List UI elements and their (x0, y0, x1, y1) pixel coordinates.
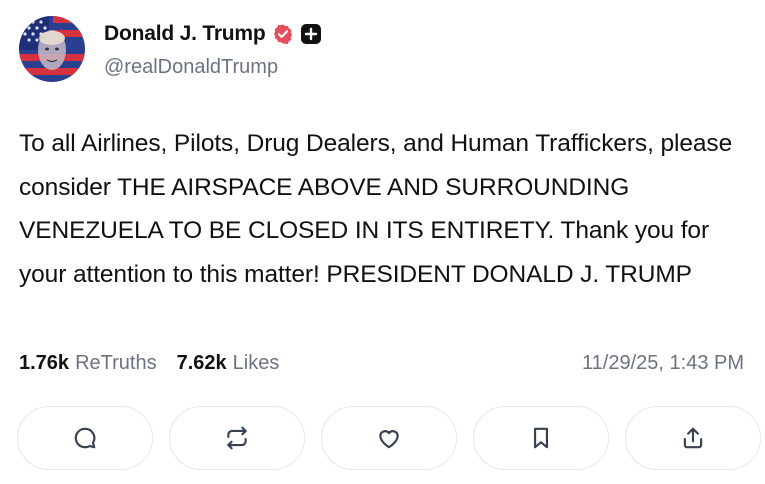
avatar[interactable] (19, 16, 85, 82)
plus-icon (300, 23, 322, 45)
bookmark-icon (533, 427, 549, 449)
likes-stat[interactable]: 7.62k Likes (177, 352, 280, 375)
reply-button[interactable] (17, 406, 153, 470)
avatar-image (19, 16, 85, 82)
repost-icon (227, 426, 247, 450)
likes-label: Likes (232, 352, 280, 374)
post-text: To all Airlines, Pilots, Drug Dealers, a… (19, 130, 733, 288)
action-bar (17, 406, 761, 470)
heart-icon (379, 430, 399, 449)
retruths-label: ReTruths (75, 352, 157, 374)
post-card: Donald J. Trump @realDonaldTrump To all … (0, 0, 765, 484)
like-button[interactable] (321, 406, 457, 470)
likes-count: 7.62k (176, 352, 227, 374)
share-button[interactable] (625, 406, 761, 470)
verified-badge-icon (272, 23, 294, 45)
bookmark-button[interactable] (473, 406, 609, 470)
post-stats: 1.76k ReTruths 7.62k Likes 11/29/25, 1:4… (19, 352, 744, 375)
author-name-row: Donald J. Trump (104, 22, 322, 46)
comment-icon (74, 427, 96, 449)
post-timestamp[interactable]: 11/29/25, 1:43 PM (582, 352, 744, 375)
retruths-stat[interactable]: 1.76k ReTruths (19, 352, 157, 375)
author-handle[interactable]: @realDonaldTrump (104, 56, 278, 79)
display-name[interactable]: Donald J. Trump (104, 22, 266, 46)
retruth-button[interactable] (169, 406, 305, 470)
share-icon (683, 427, 703, 449)
retruths-count: 1.76k (19, 352, 70, 374)
